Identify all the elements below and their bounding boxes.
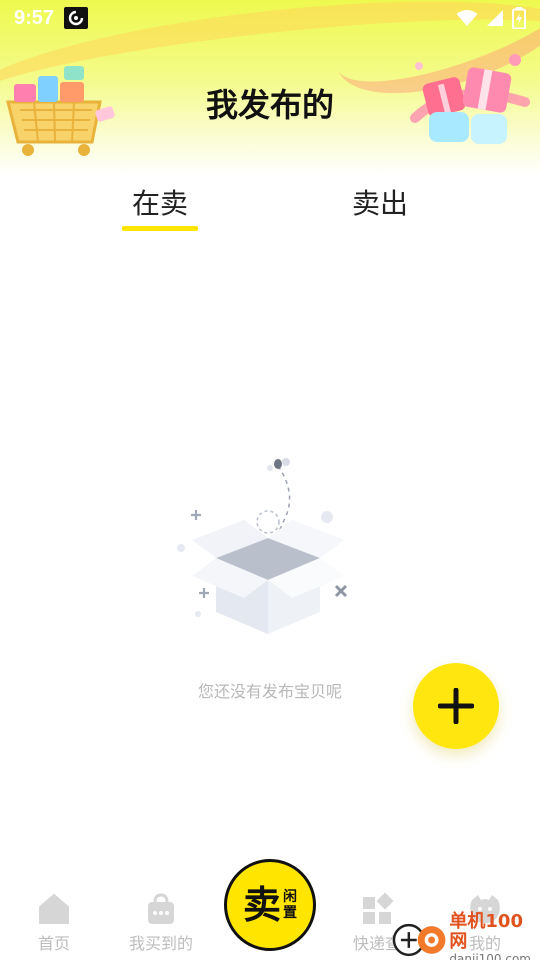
sell-button-sub-top: 闲 [283,889,297,905]
status-bar: 9:57 [0,0,540,36]
plus-icon [438,688,474,724]
empty-box-icon [177,458,348,634]
page-title: 我发布的 [205,86,334,124]
wifi-icon [456,10,478,26]
watermark-logo-icon [392,923,446,957]
watermark-url: danji100.com [449,952,531,960]
watermark-text: 单机100网 danji100.com [449,912,540,960]
nav-label-home: 首页 [37,934,70,953]
status-time: 9:57 [14,6,55,29]
home-icon [39,894,69,924]
grid-icon [363,892,394,924]
sell-button-main-label: 卖 [242,883,281,927]
watermark: 单机100网 danji100.com [392,912,540,960]
tab-sold[interactable]: 卖出 [342,182,418,232]
sell-button-sub-label: 闲 置 [283,889,297,921]
tab-bar: 在卖 卖出 [0,182,540,237]
sell-idle-button[interactable]: 卖 闲 置 [224,859,316,951]
app-notification-icon [64,7,89,29]
nav-item-bought[interactable]: 我买到的 [116,892,206,954]
nav-label-bought: 我买到的 [128,934,193,953]
shopping-bag-icon [148,893,174,924]
nav-item-home[interactable]: 首页 [9,892,99,954]
battery-charging-icon [512,7,526,29]
tab-on-sale[interactable]: 在卖 [122,182,198,232]
watermark-name: 单机100网 [449,911,523,952]
signal-icon [487,10,503,26]
status-indicators [456,7,526,29]
sell-button-sub-bottom: 置 [283,905,297,921]
add-item-button[interactable] [413,663,499,749]
active-tab-indicator [122,226,198,231]
